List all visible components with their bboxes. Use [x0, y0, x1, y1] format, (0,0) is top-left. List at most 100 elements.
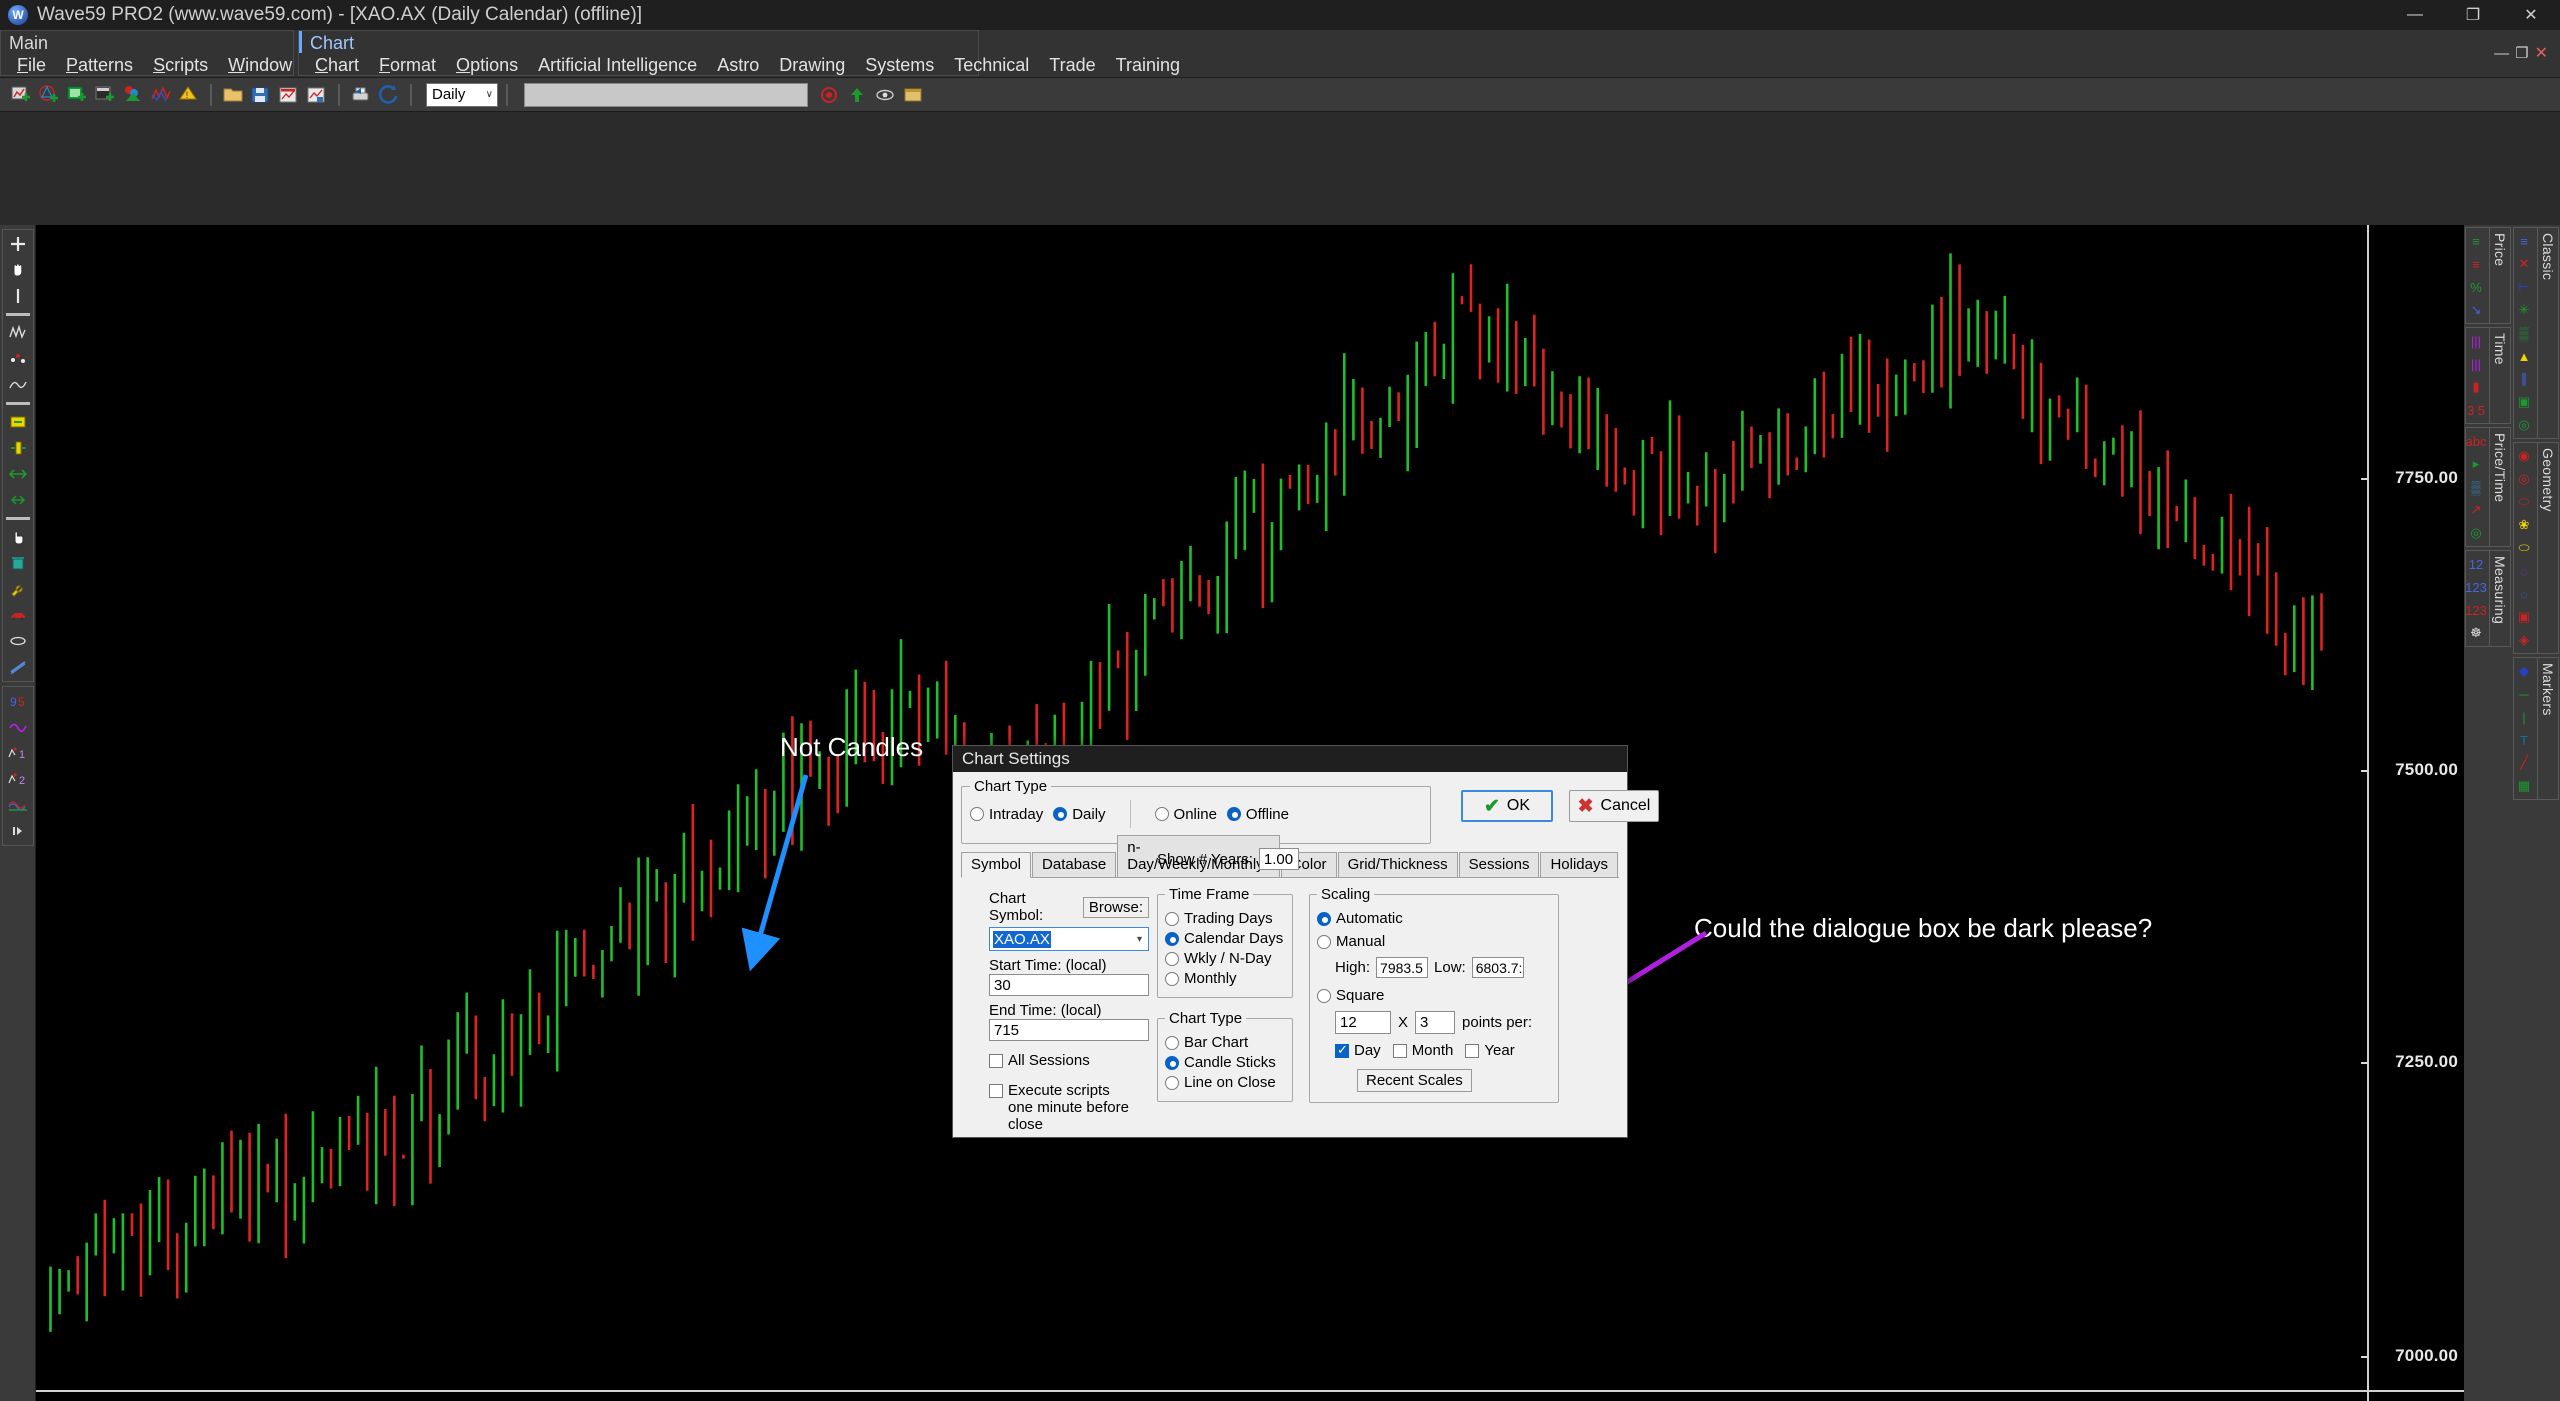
- menu-scripts[interactable]: Scripts: [143, 53, 218, 77]
- show-years-input[interactable]: 1.00: [1258, 848, 1299, 870]
- pyramid-icon[interactable]: ▲: [2511, 346, 2537, 366]
- eye-rays-icon[interactable]: ◉: [2511, 446, 2537, 466]
- cycles-icon[interactable]: [6, 794, 30, 816]
- radio-intraday[interactable]: Intraday: [970, 806, 1043, 823]
- ellipse-icon[interactable]: [6, 630, 30, 652]
- label-icon[interactable]: ▸: [2463, 454, 2489, 474]
- mdi-restore-button[interactable]: ❐: [2515, 44, 2528, 62]
- mdi-minimize-button[interactable]: —: [2494, 45, 2509, 62]
- pivots-icon[interactable]: [6, 348, 30, 370]
- ellipse-red-icon[interactable]: ⬭: [2511, 492, 2537, 512]
- tab-database[interactable]: Database: [1032, 852, 1117, 877]
- checkbox-day[interactable]: Day: [1335, 1042, 1381, 1059]
- new-quote-icon[interactable]: [92, 83, 118, 107]
- crosshair-icon[interactable]: [6, 233, 30, 255]
- menu-window[interactable]: Window: [218, 53, 302, 77]
- mdi-close-button[interactable]: ✕: [2535, 43, 2548, 63]
- new-chart-icon[interactable]: [8, 83, 34, 107]
- vertical-line-icon[interactable]: [6, 285, 30, 307]
- time-curve-icon[interactable]: 3 5: [2463, 400, 2489, 420]
- square-icon[interactable]: ▣: [2511, 607, 2537, 627]
- square-x-input[interactable]: 12: [1335, 1011, 1391, 1034]
- radio-candle-sticks[interactable]: Candle Sticks: [1165, 1054, 1285, 1071]
- radio-trading-days[interactable]: Trading Days: [1165, 910, 1285, 927]
- upload-icon[interactable]: [844, 83, 870, 107]
- symbol-entry-field[interactable]: [524, 82, 808, 107]
- tab-symbol[interactable]: Symbol: [961, 852, 1032, 878]
- print-icon[interactable]: [348, 83, 374, 107]
- tab-holidays[interactable]: Holidays: [1540, 852, 1618, 877]
- measure-12-icon[interactable]: 12: [2463, 554, 2489, 574]
- radio-calendar-days[interactable]: Calendar Days: [1165, 930, 1285, 947]
- minimize-button[interactable]: —: [2386, 0, 2444, 30]
- pattern2-icon[interactable]: 2: [6, 768, 30, 790]
- execute-scripts-checkbox[interactable]: Execute scripts one minute before close: [989, 1082, 1134, 1134]
- net-icon[interactable]: ▒: [2511, 323, 2537, 343]
- text-icon[interactable]: T: [2511, 730, 2537, 750]
- grid-icon[interactable]: ▒: [2463, 477, 2489, 497]
- menu-systems[interactable]: Systems: [855, 53, 944, 77]
- oval-icon[interactable]: ⬭: [2511, 538, 2537, 558]
- zigzag-icon[interactable]: [6, 322, 30, 344]
- nine-five-icon[interactable]: 95: [6, 690, 30, 712]
- radio-line-on-close[interactable]: Line on Close: [1165, 1074, 1285, 1091]
- menu-trade[interactable]: Trade: [1039, 53, 1105, 77]
- menu-patterns[interactable]: Patterns: [56, 53, 143, 77]
- measure-count-icon[interactable]: 123: [2463, 600, 2489, 620]
- menu-format[interactable]: Format: [369, 53, 446, 77]
- recent-scales-button[interactable]: Recent Scales: [1357, 1069, 1472, 1092]
- fib-extension-icon[interactable]: ≡: [2463, 254, 2489, 274]
- browse-button[interactable]: Browse:: [1082, 896, 1149, 918]
- percent-icon[interactable]: %: [2463, 277, 2489, 297]
- trash-icon[interactable]: [6, 552, 30, 574]
- time-bars-icon[interactable]: |||: [2463, 331, 2489, 351]
- all-sessions-checkbox[interactable]: All Sessions: [989, 1052, 1090, 1069]
- ok-button[interactable]: ✔ OK: [1461, 790, 1553, 822]
- zoom-center-icon[interactable]: [6, 489, 30, 511]
- bar-label-icon[interactable]: |: [2511, 707, 2537, 727]
- table-icon[interactable]: ▦: [2511, 776, 2537, 796]
- diamond-icon[interactable]: ◈: [2511, 630, 2537, 650]
- line-icon[interactable]: ╱: [2511, 753, 2537, 773]
- open-folder-icon[interactable]: [220, 83, 246, 107]
- tab-sessions[interactable]: Sessions: [1458, 852, 1540, 877]
- menu-drawing[interactable]: Drawing: [769, 53, 855, 77]
- magnifier-icon[interactable]: ◎: [2511, 415, 2537, 435]
- rosette-icon[interactable]: ❀: [2511, 515, 2537, 535]
- measure-123-icon[interactable]: 123: [2463, 577, 2489, 597]
- radio-daily[interactable]: Daily: [1053, 806, 1106, 823]
- radio-monthly[interactable]: Monthly: [1165, 970, 1285, 987]
- checkbox-year[interactable]: Year: [1465, 1042, 1515, 1059]
- parallel-icon[interactable]: ∥: [2511, 369, 2537, 389]
- new-astro-icon[interactable]: [36, 83, 62, 107]
- window-icon[interactable]: [900, 83, 926, 107]
- chart-save-icon[interactable]: [304, 83, 330, 107]
- chart-symbol-combobox[interactable]: XAO.AX ▾: [989, 927, 1149, 951]
- playback-icon[interactable]: [6, 820, 30, 842]
- gann-box-icon[interactable]: ◎: [2463, 523, 2489, 543]
- menu-options[interactable]: Options: [446, 53, 528, 77]
- menu-astro[interactable]: Astro: [707, 53, 769, 77]
- cross-lines-icon[interactable]: ✕: [2511, 254, 2537, 274]
- menu-file[interactable]: File: [7, 53, 56, 77]
- zoom-box-icon[interactable]: [6, 411, 30, 433]
- eye-icon[interactable]: [872, 83, 898, 107]
- wave-icon[interactable]: [6, 374, 30, 396]
- radio-wkly-nday[interactable]: Wkly / N-Day: [1165, 950, 1285, 967]
- spiral-icon[interactable]: ◌: [2511, 561, 2537, 581]
- green-label-icon[interactable]: ─: [2511, 684, 2537, 704]
- fan-icon[interactable]: ✳: [2511, 300, 2537, 320]
- radio-offline[interactable]: Offline: [1226, 806, 1289, 823]
- refresh-icon[interactable]: [376, 83, 402, 107]
- rr-lines-icon[interactable]: ≡: [2511, 231, 2537, 251]
- new-scan-icon[interactable]: [64, 83, 90, 107]
- arrow-marker-icon[interactable]: ◆: [2511, 661, 2537, 681]
- tab-grid-thickness[interactable]: Grid/Thickness: [1337, 852, 1458, 877]
- new-indicator-icon[interactable]: [148, 83, 174, 107]
- hand-pan-icon[interactable]: [6, 259, 30, 281]
- new-paint-icon[interactable]: [120, 83, 146, 107]
- start-time-input[interactable]: 30: [989, 974, 1149, 996]
- chart-settings-dialog[interactable]: Chart Settings Chart Type Intraday Daily: [952, 745, 1659, 1138]
- menu-artificial-intelligence[interactable]: Artificial Intelligence: [528, 53, 707, 77]
- angle-icon[interactable]: ↗: [2463, 500, 2489, 520]
